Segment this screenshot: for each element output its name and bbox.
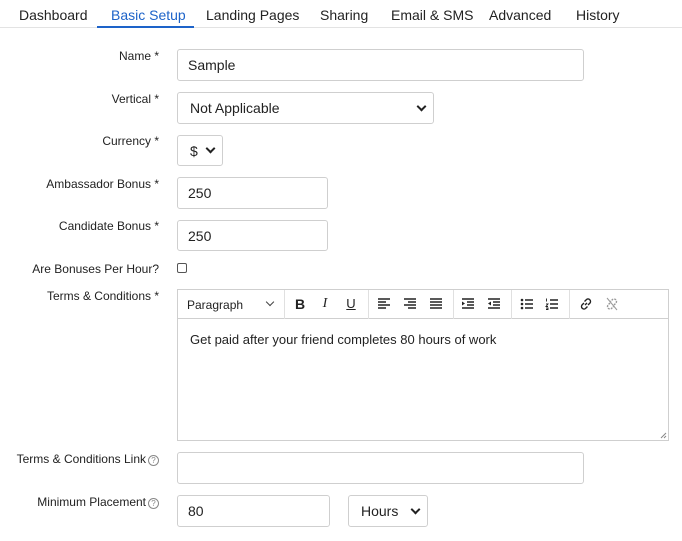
tab-basic-setup[interactable]: Basic Setup <box>111 7 186 23</box>
bulleted-list-icon[interactable] <box>520 298 534 310</box>
toolbar-divider <box>511 290 512 319</box>
terms-editor: Paragraph B I U Get paid after your frie… <box>177 289 669 441</box>
terms-link-input[interactable] <box>177 452 584 484</box>
toolbar-divider <box>453 290 454 319</box>
outdent-icon[interactable] <box>487 298 501 310</box>
align-justify-icon[interactable] <box>429 298 443 310</box>
tab-dashboard[interactable]: Dashboard <box>19 7 88 23</box>
help-icon[interactable]: ? <box>148 455 159 466</box>
vertical-select[interactable]: Not Applicable <box>177 92 434 124</box>
tab-landing-pages[interactable]: Landing Pages <box>206 7 299 23</box>
vertical-label: Vertical * <box>111 92 159 106</box>
resize-handle-icon[interactable] <box>659 431 667 439</box>
align-center-icon[interactable] <box>403 298 417 310</box>
ambassador-bonus-value: 250 <box>188 185 212 201</box>
help-icon[interactable]: ? <box>148 498 159 509</box>
min-placement-unit-value: Hours <box>361 503 399 519</box>
min-placement-label-text: Minimum Placement <box>37 495 146 509</box>
toolbar-divider <box>284 290 285 319</box>
terms-link-label: Terms & Conditions Link? <box>17 452 159 466</box>
currency-value: $ <box>190 142 198 159</box>
min-placement-unit-select[interactable]: Hours <box>348 495 428 527</box>
paragraph-style-select[interactable]: Paragraph <box>187 298 243 312</box>
currency-label: Currency * <box>102 134 159 148</box>
name-label: Name * <box>118 49 159 63</box>
toolbar-divider <box>569 290 570 319</box>
bonuses-per-hour-checkbox[interactable] <box>177 263 187 273</box>
chevron-down-icon <box>205 143 216 154</box>
chevron-down-icon <box>416 101 427 111</box>
italic-icon[interactable]: I <box>318 296 332 312</box>
name-input[interactable]: Sample <box>177 49 584 81</box>
bonuses-per-hour-label: Are Bonuses Per Hour? <box>32 262 159 276</box>
underline-icon[interactable]: U <box>344 296 358 312</box>
vertical-value: Not Applicable <box>190 100 280 116</box>
link-icon[interactable] <box>579 297 593 311</box>
unlink-icon[interactable] <box>605 297 619 311</box>
min-placement-label: Minimum Placement? <box>37 495 159 509</box>
align-left-icon[interactable] <box>377 298 391 310</box>
bold-icon[interactable]: B <box>293 296 307 312</box>
tab-sharing[interactable]: Sharing <box>320 7 368 23</box>
editor-toolbar: Paragraph B I U <box>178 290 668 319</box>
min-placement-input[interactable]: 80 <box>177 495 330 527</box>
candidate-bonus-label: Candidate Bonus * <box>58 219 159 233</box>
min-placement-value: 80 <box>188 503 204 519</box>
candidate-bonus-input[interactable]: 250 <box>177 220 328 251</box>
indent-icon[interactable] <box>461 298 475 310</box>
tab-advanced[interactable]: Advanced <box>489 7 551 23</box>
chevron-down-icon <box>410 504 421 514</box>
tab-email-sms[interactable]: Email & SMS <box>391 7 473 23</box>
tab-bar: Dashboard Basic Setup Landing Pages Shar… <box>0 0 682 28</box>
terms-label: Terms & Conditions * <box>46 289 159 303</box>
name-value: Sample <box>188 57 236 73</box>
terms-link-label-text: Terms & Conditions Link <box>16 452 146 466</box>
ambassador-bonus-input[interactable]: 250 <box>177 177 328 209</box>
toolbar-divider <box>368 290 369 319</box>
tab-history[interactable]: History <box>576 7 620 23</box>
candidate-bonus-value: 250 <box>188 227 212 244</box>
active-tab-indicator <box>97 26 194 28</box>
chevron-down-icon <box>265 297 275 307</box>
ambassador-bonus-label: Ambassador Bonus * <box>46 177 159 191</box>
currency-select[interactable]: $ <box>177 135 223 166</box>
numbered-list-icon[interactable] <box>545 298 559 310</box>
terms-editor-content[interactable]: Get paid after your friend completes 80 … <box>190 332 496 347</box>
